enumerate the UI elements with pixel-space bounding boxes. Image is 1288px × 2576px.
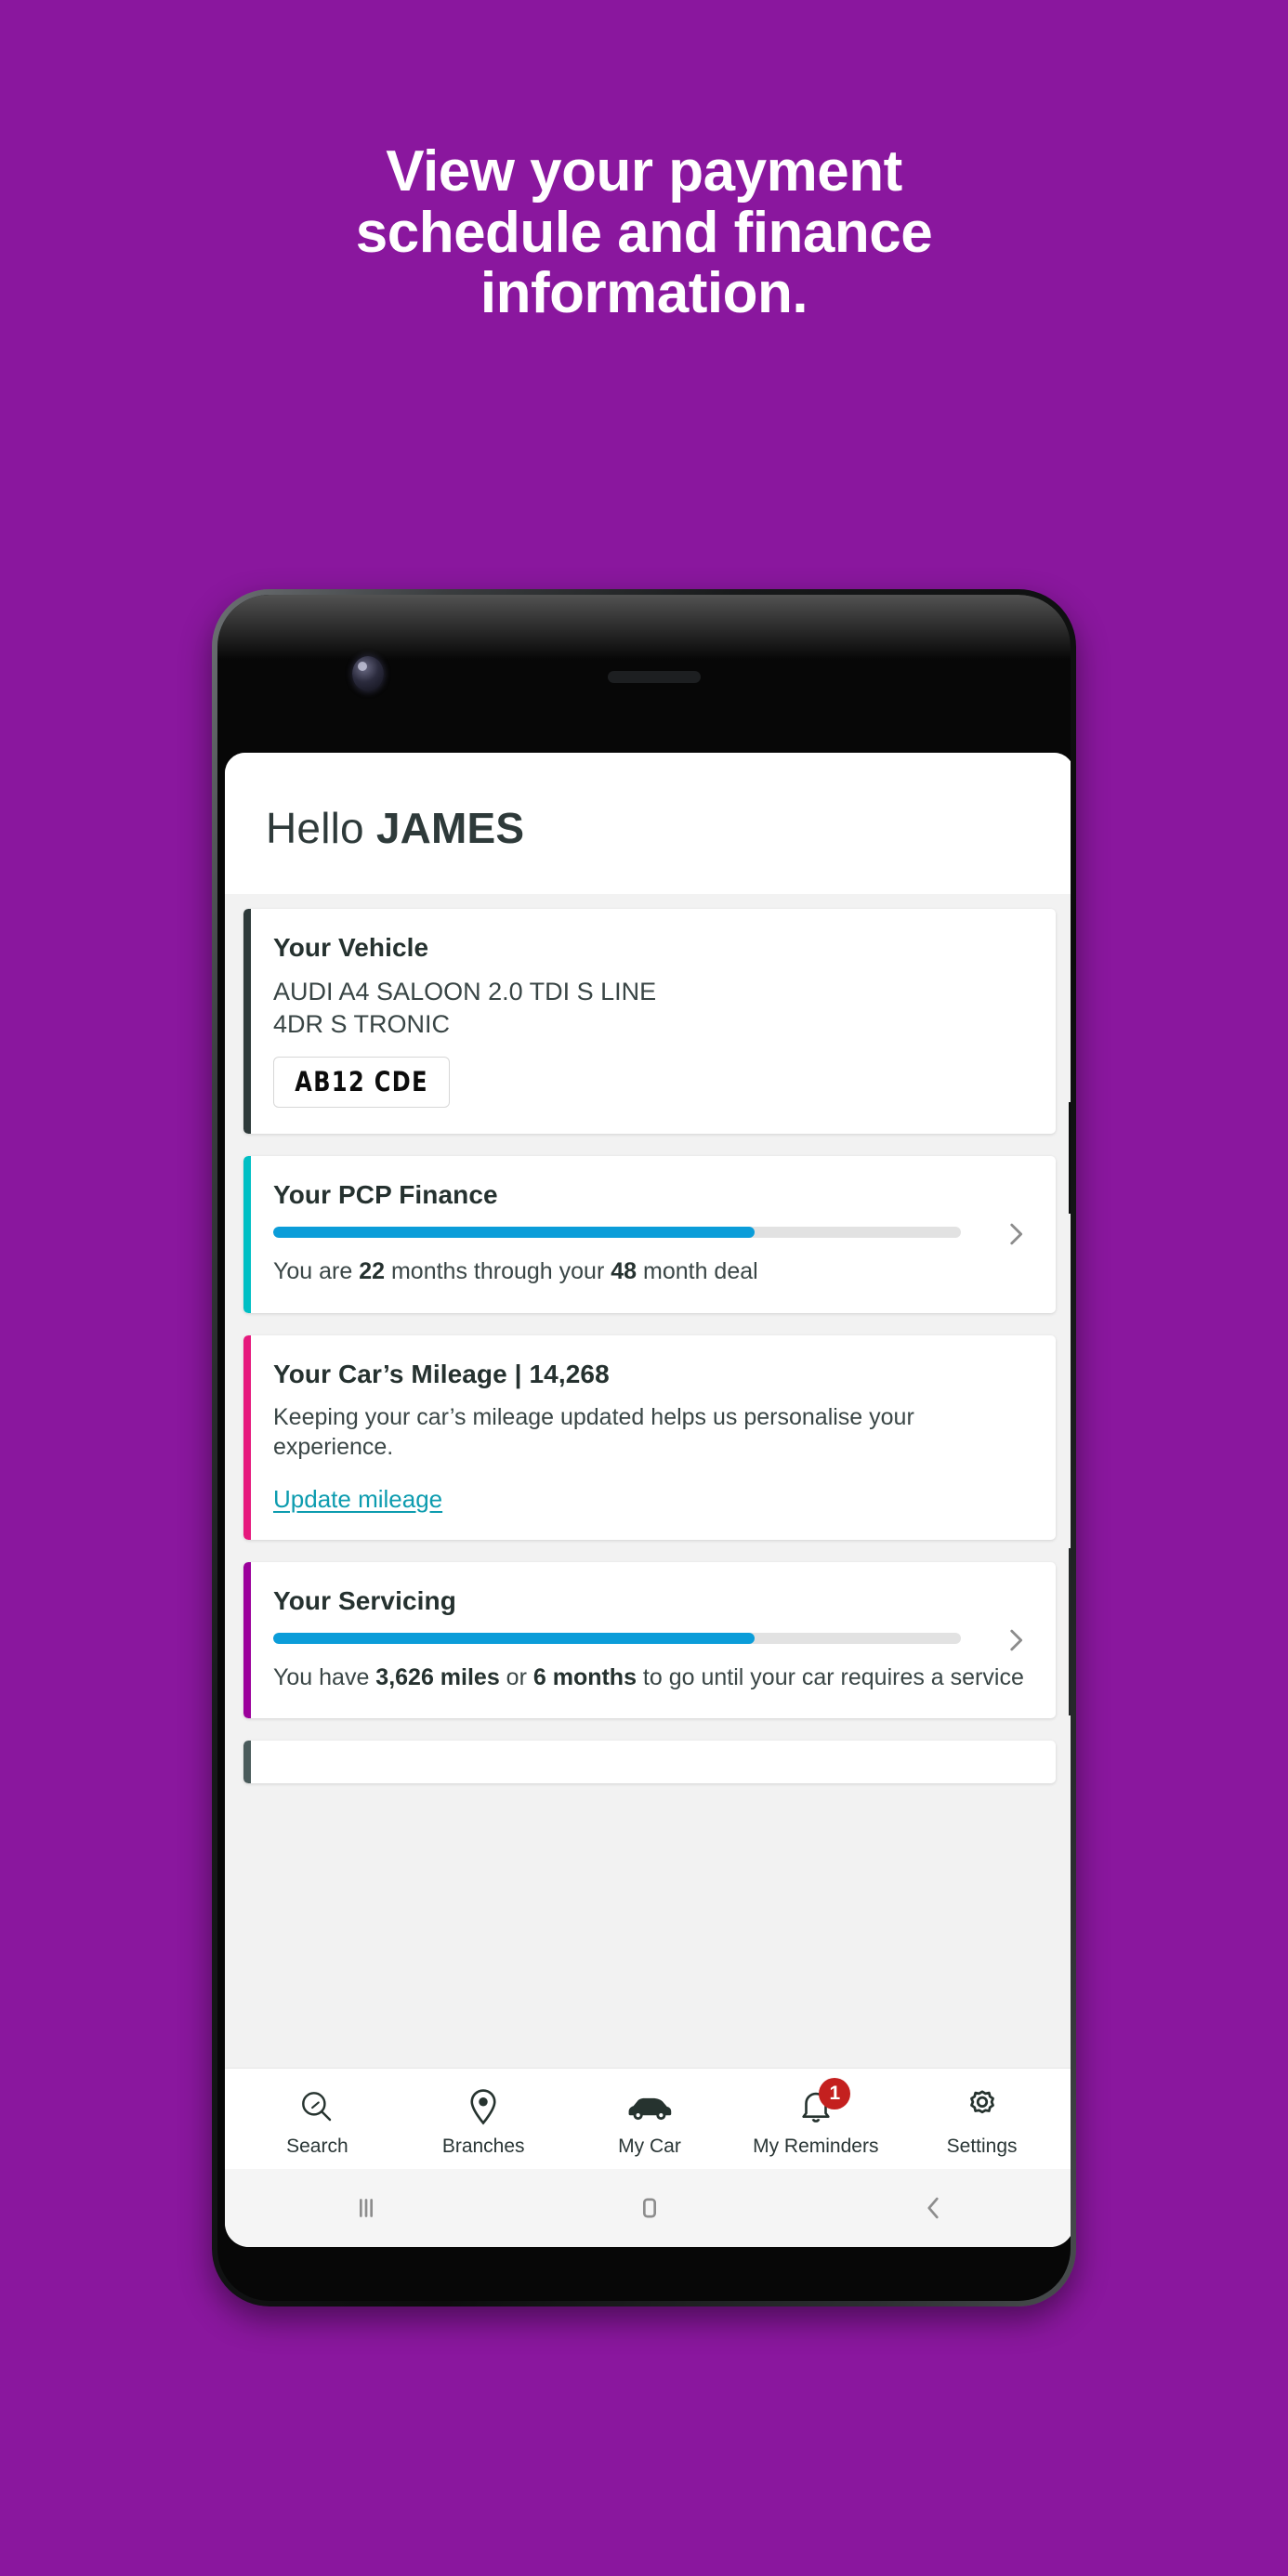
- android-system-nav: [225, 2169, 1071, 2247]
- tab-label: Settings: [946, 2136, 1018, 2157]
- bottom-tab-bar: Search Branches My Car 1 My Reminders Se…: [225, 2068, 1071, 2169]
- bell-icon: 1: [732, 2078, 899, 2130]
- tab-search[interactable]: Search: [234, 2083, 401, 2158]
- car-icon: [567, 2083, 733, 2130]
- headline-line-3: information.: [480, 261, 808, 326]
- app-header: Hello JAMES: [225, 753, 1071, 894]
- headline-line-2: schedule and finance: [355, 200, 933, 265]
- back-icon[interactable]: [791, 2192, 1071, 2224]
- card-title: Your Vehicle: [273, 933, 429, 962]
- tab-label: My Reminders: [753, 2136, 879, 2157]
- promo-headline: View your payment schedule and finance i…: [0, 141, 1288, 324]
- vehicle-description-line-1: AUDI A4 SALOON 2.0 TDI S LINE: [273, 978, 657, 1005]
- finance-term-months: 48: [611, 1258, 637, 1285]
- finance-text-middle: months through your: [385, 1258, 611, 1285]
- phone-screen: Hello JAMES Your Vehicle AUDI A4 SALOON …: [225, 753, 1071, 2247]
- headline-line-1: View your payment: [386, 139, 902, 204]
- chevron-right-icon[interactable]: [1000, 1218, 1032, 1250]
- vehicle-description-line-2: 4DR S TRONIC: [273, 1009, 451, 1038]
- gear-icon: [899, 2083, 1065, 2130]
- phone-bezel: Hello JAMES Your Vehicle AUDI A4 SALOON …: [217, 595, 1071, 2301]
- earpiece-speaker-icon: [608, 671, 701, 683]
- servicing-text-middle: or: [499, 1663, 533, 1690]
- finance-months-elapsed: 22: [359, 1258, 386, 1285]
- power-button[interactable]: [1069, 1548, 1071, 1715]
- servicing-text-suffix: to go until your car requires a service: [636, 1663, 1024, 1690]
- map-pin-icon: [401, 2083, 567, 2130]
- cards-scroll-area[interactable]: Your Vehicle AUDI A4 SALOON 2.0 TDI S LI…: [225, 894, 1071, 2068]
- card-accent-bar: [243, 1741, 251, 1784]
- volume-button[interactable]: [1069, 1102, 1071, 1214]
- card-title: Your Servicing: [273, 1585, 456, 1615]
- card-next-partial[interactable]: [243, 1741, 1056, 1784]
- greeting-user-name: JAMES: [375, 804, 525, 852]
- finance-progress-text: You are 22 months through your 48 month …: [273, 1256, 1028, 1287]
- finance-text-prefix: You are: [273, 1258, 360, 1285]
- bezel-highlight: [217, 595, 1071, 660]
- finance-progress-fill: [273, 1227, 755, 1239]
- card-your-vehicle[interactable]: Your Vehicle AUDI A4 SALOON 2.0 TDI S LI…: [243, 909, 1056, 1135]
- tab-my-reminders[interactable]: 1 My Reminders: [732, 2078, 899, 2158]
- update-mileage-link[interactable]: Update mileage: [273, 1485, 442, 1514]
- card-accent-bar: [243, 1334, 251, 1540]
- card-title: Your PCP Finance: [273, 1180, 498, 1210]
- greeting-title: Hello JAMES: [266, 803, 1033, 853]
- card-your-servicing[interactable]: Your Servicing You have 3,626 miles or 6…: [243, 1561, 1056, 1719]
- tab-branches[interactable]: Branches: [401, 2083, 567, 2158]
- servicing-months-remaining: 6 months: [532, 1663, 637, 1690]
- tab-label: Branches: [441, 2136, 525, 2157]
- card-pcp-finance[interactable]: Your PCP Finance You are 22 months throu…: [243, 1156, 1056, 1313]
- tab-label: Search: [286, 2136, 348, 2157]
- card-title: Your Car’s Mileage | 14,268: [273, 1359, 610, 1388]
- finance-text-suffix: month deal: [637, 1258, 758, 1285]
- greeting-word: Hello: [266, 804, 376, 852]
- home-icon[interactable]: [508, 2192, 792, 2224]
- card-accent-bar: [243, 909, 251, 1135]
- front-camera-icon: [352, 656, 384, 691]
- servicing-miles-remaining: 3,626 miles: [375, 1663, 500, 1690]
- servicing-progress-fill: [273, 1632, 755, 1644]
- search-icon: [234, 2083, 401, 2130]
- servicing-progress-bar: [273, 1632, 961, 1644]
- recents-icon[interactable]: [225, 2192, 508, 2224]
- tab-label: My Car: [618, 2136, 681, 2157]
- tab-my-car[interactable]: My Car: [567, 2083, 733, 2158]
- reminders-badge: 1: [819, 2078, 851, 2109]
- phone-mockup: Hello JAMES Your Vehicle AUDI A4 SALOON …: [212, 589, 1076, 2307]
- servicing-progress-text: You have 3,626 miles or 6 months to go u…: [273, 1663, 1028, 1693]
- mileage-description: Keeping your car’s mileage updated helps…: [273, 1403, 914, 1461]
- registration-plate: AB12 CDE: [273, 1057, 451, 1109]
- card-car-mileage[interactable]: Your Car’s Mileage | 14,268 Keeping your…: [243, 1334, 1056, 1540]
- tab-settings[interactable]: Settings: [899, 2083, 1065, 2158]
- servicing-text-prefix: You have: [273, 1663, 376, 1690]
- card-accent-bar: [243, 1156, 251, 1313]
- registration-plate-text: AB12 CDE: [295, 1066, 428, 1098]
- card-accent-bar: [243, 1561, 251, 1719]
- chevron-right-icon[interactable]: [1000, 1624, 1032, 1656]
- finance-progress-bar: [273, 1227, 961, 1239]
